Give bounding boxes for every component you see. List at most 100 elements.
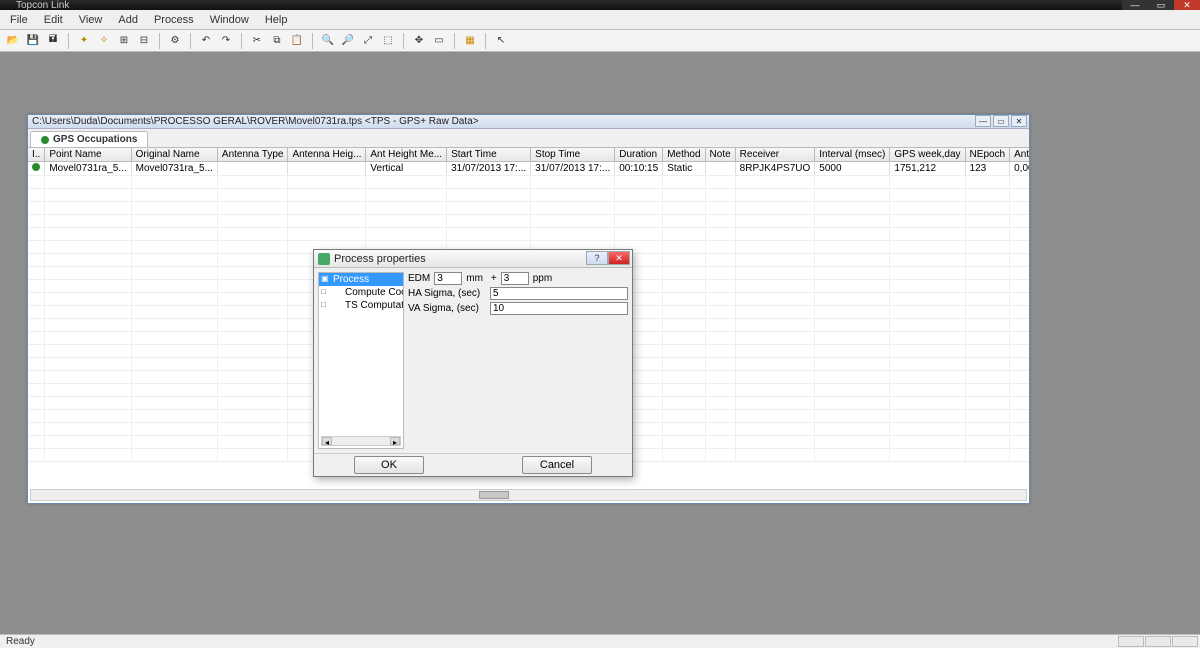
cell[interactable]: 1751,212	[890, 162, 965, 176]
ok-button[interactable]: OK	[354, 456, 424, 474]
tool-icon[interactable]: ✦	[75, 32, 93, 50]
scroll-thumb[interactable]	[479, 491, 509, 499]
edm-unit-mm: mm	[466, 273, 483, 284]
paste-icon[interactable]: 📋	[288, 32, 306, 50]
cell[interactable]: 00:10:15	[615, 162, 663, 176]
doc-close-button[interactable]: ✕	[1011, 115, 1027, 127]
zoom-fit-icon[interactable]: ⤢	[359, 32, 377, 50]
pointer-icon[interactable]: ↖	[492, 32, 510, 50]
col-original-name[interactable]: Original Name	[131, 148, 217, 162]
edm-input[interactable]	[434, 272, 462, 285]
col-receiver[interactable]: Receiver	[735, 148, 815, 162]
save-all-icon[interactable]: 🖬	[44, 32, 62, 50]
col-interval[interactable]: Interval (msec)	[815, 148, 890, 162]
menu-help[interactable]: Help	[257, 12, 296, 28]
scroll-right-icon[interactable]: ▸	[390, 437, 400, 445]
tool-icon[interactable]: ⊟	[135, 32, 153, 50]
status-segments	[1118, 636, 1198, 647]
dialog-titlebar[interactable]: Process properties ? ✕	[314, 250, 632, 268]
col-stop-time[interactable]: Stop Time	[531, 148, 615, 162]
zoom-window-icon[interactable]: ⬚	[379, 32, 397, 50]
col-antenna-height2[interactable]: Antenna Heig...	[1010, 148, 1029, 162]
ha-sigma-row: HA Sigma, (sec)	[408, 287, 628, 300]
close-button[interactable]: ✕	[1174, 0, 1200, 10]
cell[interactable]	[705, 162, 735, 176]
cell[interactable]: 123	[965, 162, 1010, 176]
menu-edit[interactable]: Edit	[36, 12, 71, 28]
col-ant-height-method[interactable]: Ant Height Me...	[366, 148, 447, 162]
status-seg	[1145, 636, 1171, 647]
cell[interactable]	[288, 162, 366, 176]
col-antenna-height[interactable]: Antenna Heig...	[288, 148, 366, 162]
status-seg	[1172, 636, 1198, 647]
zoom-out-icon[interactable]: 🔎	[339, 32, 357, 50]
doc-maximize-button[interactable]: ▭	[993, 115, 1009, 127]
copy-icon[interactable]: ⧉	[268, 32, 286, 50]
cell[interactable]: Movel0731ra_5...	[45, 162, 131, 176]
tree-node-ts-computation[interactable]: TS Computation	[319, 299, 403, 312]
cell[interactable]: 8RPJK4PS7UO	[735, 162, 815, 176]
va-sigma-input[interactable]	[490, 302, 628, 315]
cell[interactable]: Movel0731ra_5...	[131, 162, 217, 176]
col-start-time[interactable]: Start Time	[447, 148, 531, 162]
document-hscrollbar[interactable]	[30, 489, 1027, 501]
table-row	[28, 189, 1029, 202]
undo-icon[interactable]: ↶	[197, 32, 215, 50]
cell[interactable]	[217, 162, 288, 176]
zoom-in-icon[interactable]: 🔍	[319, 32, 337, 50]
select-icon[interactable]: ▭	[430, 32, 448, 50]
minimize-button[interactable]: —	[1122, 0, 1148, 10]
cell[interactable]: 0,001	[1010, 162, 1029, 176]
cut-icon[interactable]: ✂	[248, 32, 266, 50]
pan-icon[interactable]: ✥	[410, 32, 428, 50]
menu-add[interactable]: Add	[110, 12, 146, 28]
col-nepoch[interactable]: NEpoch	[965, 148, 1010, 162]
menu-process[interactable]: Process	[146, 12, 202, 28]
cell[interactable]: 31/07/2013 17:...	[447, 162, 531, 176]
cancel-button[interactable]: Cancel	[522, 456, 592, 474]
document-titlebar[interactable]: C:\Users\Duda\Documents\PROCESSO GERAL\R…	[28, 115, 1029, 129]
col-icon[interactable]: I..	[28, 148, 45, 162]
separator	[312, 33, 313, 49]
scroll-left-icon[interactable]: ◂	[322, 437, 332, 445]
save-icon[interactable]: 💾	[24, 32, 42, 50]
cell[interactable]: 31/07/2013 17:...	[531, 162, 615, 176]
gear-icon[interactable]: ⚙	[166, 32, 184, 50]
tree-node-compute-coord[interactable]: Compute Coord	[319, 286, 403, 299]
dialog-help-button[interactable]: ?	[586, 251, 608, 265]
tree-node-process[interactable]: Process	[319, 273, 403, 286]
col-antenna-type[interactable]: Antenna Type	[217, 148, 288, 162]
edm-ppm-input[interactable]	[501, 272, 529, 285]
menu-view[interactable]: View	[71, 12, 111, 28]
ha-sigma-input[interactable]	[490, 287, 628, 300]
maximize-button[interactable]: ▭	[1148, 0, 1174, 10]
dialog-panel: EDM mm + ppm HA Sigma, (sec) VA Sigma, (…	[408, 272, 628, 449]
col-duration[interactable]: Duration	[615, 148, 663, 162]
col-note[interactable]: Note	[705, 148, 735, 162]
va-sigma-label: VA Sigma, (sec)	[408, 303, 486, 314]
cell[interactable]: 5000	[815, 162, 890, 176]
menu-window[interactable]: Window	[202, 12, 257, 28]
table-row[interactable]: Movel0731ra_5...Movel0731ra_5... Vertical…	[28, 162, 1029, 176]
redo-icon[interactable]: ↷	[217, 32, 235, 50]
statusbar: Ready	[0, 634, 1200, 648]
col-point-name[interactable]: Point Name	[45, 148, 131, 162]
window-buttons: — ▭ ✕	[1122, 0, 1200, 10]
status-text: Ready	[6, 636, 35, 647]
cell[interactable]: Static	[663, 162, 705, 176]
col-method[interactable]: Method	[663, 148, 705, 162]
tree-hscrollbar[interactable]: ◂ ▸	[321, 436, 401, 446]
grid-icon[interactable]: ▦	[461, 32, 479, 50]
scroll-track[interactable]	[332, 437, 390, 445]
dialog-close-button[interactable]: ✕	[608, 251, 630, 265]
cell[interactable]: Vertical	[366, 162, 447, 176]
tab-gps-occupations[interactable]: GPS Occupations	[30, 131, 148, 147]
dialog-tree[interactable]: Process Compute Coord TS Computation ◂ ▸	[318, 272, 404, 449]
doc-minimize-button[interactable]: —	[975, 115, 991, 127]
col-gps-week-day[interactable]: GPS week,day	[890, 148, 965, 162]
menu-file[interactable]: File	[2, 12, 36, 28]
open-icon[interactable]: 📂	[4, 32, 22, 50]
tool-icon[interactable]: ✧	[95, 32, 113, 50]
tool-icon[interactable]: ⊞	[115, 32, 133, 50]
separator	[241, 33, 242, 49]
